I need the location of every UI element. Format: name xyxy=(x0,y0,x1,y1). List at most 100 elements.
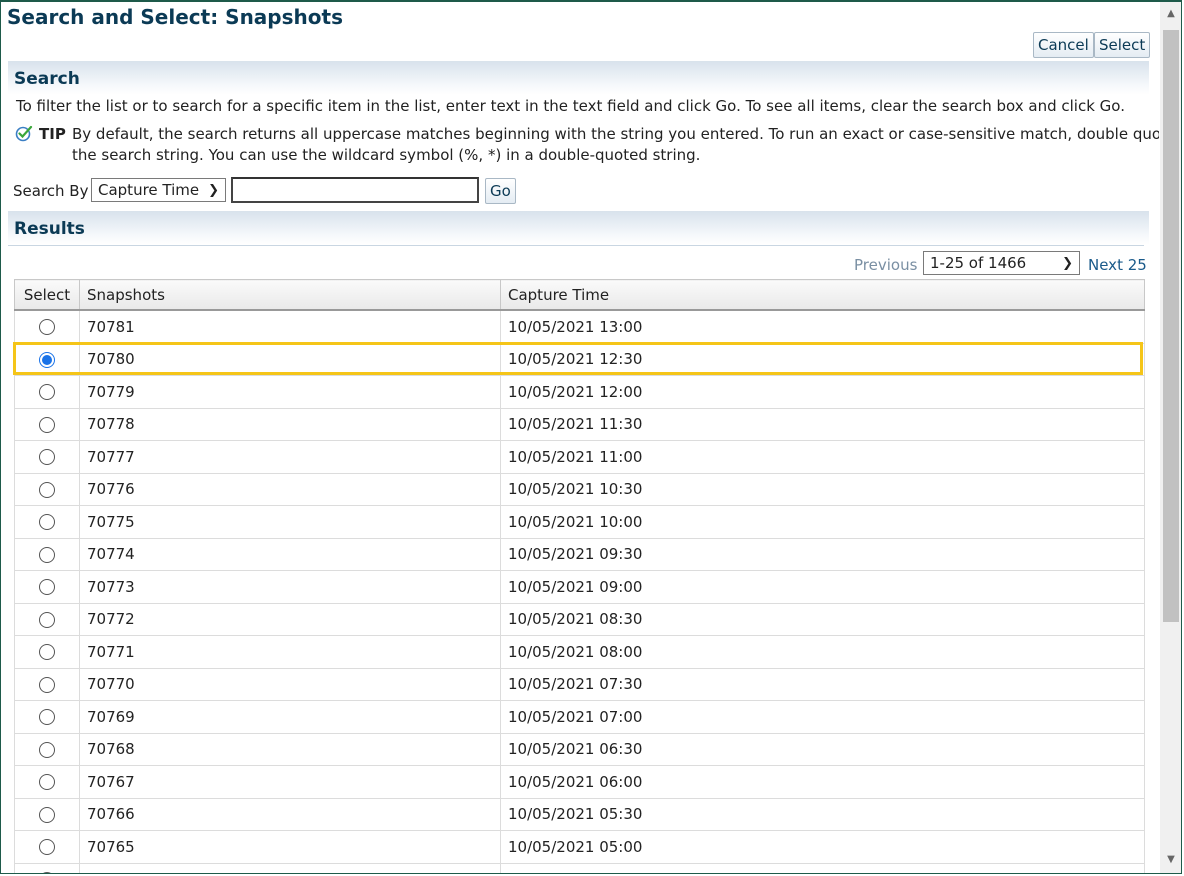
snapshot-cell: 70771 xyxy=(79,635,501,669)
page-range-select[interactable]: 1-25 of 1466 ❯ xyxy=(923,251,1080,275)
results-section-title: Results xyxy=(14,219,85,239)
snapshot-cell: 70769 xyxy=(79,700,501,734)
capture-time-cell: 10/05/2021 06:00 xyxy=(500,765,1145,799)
row-select-radio[interactable] xyxy=(39,806,55,823)
capture-time-cell: 10/05/2021 09:00 xyxy=(500,570,1145,604)
snapshot-cell: 70772 xyxy=(79,602,501,636)
table-row[interactable]: 70768 10/05/2021 06:30 xyxy=(14,732,1145,766)
go-button[interactable]: Go xyxy=(485,178,516,204)
select-cell xyxy=(14,472,80,506)
row-select-radio[interactable] xyxy=(39,514,55,531)
table-row[interactable]: 70771 10/05/2021 08:00 xyxy=(14,635,1145,669)
capture-time-cell: 10/05/2021 13:00 xyxy=(500,309,1145,344)
row-select-radio[interactable] xyxy=(39,741,55,758)
row-select-radio[interactable] xyxy=(39,351,55,368)
dialog-title: Search and Select: Snapshots xyxy=(7,5,343,29)
row-select-radio[interactable] xyxy=(39,579,55,596)
snapshot-cell: 70776 xyxy=(79,472,501,506)
check-circle-icon xyxy=(15,125,33,142)
snapshot-cell: 70764 xyxy=(79,862,501,873)
scrollbar-thumb[interactable] xyxy=(1163,30,1179,622)
capture-time-cell: 10/05/2021 10:30 xyxy=(500,472,1145,506)
row-select-radio[interactable] xyxy=(39,676,55,693)
row-select-radio[interactable] xyxy=(39,481,55,498)
table-row[interactable]: 70780 10/05/2021 12:30 xyxy=(14,342,1145,376)
capture-time-cell: 10/05/2021 10:00 xyxy=(500,505,1145,539)
select-cell xyxy=(14,309,80,344)
next-page-link[interactable]: Next 25 xyxy=(1088,256,1147,274)
select-cell xyxy=(14,440,80,474)
table-row[interactable]: 70779 10/05/2021 12:00 xyxy=(14,375,1145,409)
tip-text-line1: By default, the search returns all upper… xyxy=(72,125,1159,143)
cancel-button[interactable]: Cancel xyxy=(1033,32,1094,58)
snapshot-cell: 70766 xyxy=(79,797,501,831)
row-select-radio[interactable] xyxy=(39,611,55,628)
column-header-snapshots[interactable]: Snapshots xyxy=(79,279,501,311)
snapshot-cell: 70779 xyxy=(79,375,501,409)
select-cell xyxy=(14,570,80,604)
select-cell xyxy=(14,700,80,734)
row-select-radio[interactable] xyxy=(39,416,55,433)
row-select-radio[interactable] xyxy=(39,546,55,563)
search-by-select[interactable]: Capture Time ❯ xyxy=(91,178,226,202)
row-select-radio[interactable] xyxy=(39,449,55,466)
row-select-radio[interactable] xyxy=(39,839,55,856)
row-select-radio[interactable] xyxy=(39,871,55,873)
table-row[interactable]: 70770 10/05/2021 07:30 xyxy=(14,667,1145,701)
row-select-radio[interactable] xyxy=(39,774,55,791)
table-row[interactable]: 70781 10/05/2021 13:00 xyxy=(14,309,1145,344)
capture-time-cell: 10/05/2021 08:00 xyxy=(500,635,1145,669)
capture-time-cell: 10/05/2021 07:00 xyxy=(500,700,1145,734)
search-by-value: Capture Time xyxy=(98,181,200,199)
row-select-radio[interactable] xyxy=(39,644,55,661)
table-row[interactable]: 70769 10/05/2021 07:00 xyxy=(14,700,1145,734)
vertical-scrollbar[interactable]: ▲ ▼ xyxy=(1160,2,1181,873)
column-header-select[interactable]: Select xyxy=(14,279,80,311)
search-instructions: To filter the list or to search for a sp… xyxy=(16,97,1125,115)
snapshot-cell: 70778 xyxy=(79,407,501,441)
select-cell xyxy=(14,797,80,831)
search-by-label: Search By xyxy=(13,182,89,200)
capture-time-cell: 10/05/2021 11:00 xyxy=(500,440,1145,474)
select-cell xyxy=(14,830,80,864)
results-section-header: Results xyxy=(8,211,1149,245)
capture-time-cell: 10/05/2021 05:30 xyxy=(500,797,1145,831)
select-cell xyxy=(14,505,80,539)
row-select-radio[interactable] xyxy=(39,384,55,401)
page-range-value: 1-25 of 1466 xyxy=(930,254,1027,272)
table-row[interactable]: 70767 10/05/2021 06:00 xyxy=(14,765,1145,799)
capture-time-cell: 10/05/2021 08:30 xyxy=(500,602,1145,636)
table-row[interactable]: 70777 10/05/2021 11:00 xyxy=(14,440,1145,474)
table-row[interactable]: 70775 10/05/2021 10:00 xyxy=(14,505,1145,539)
chevron-down-icon: ❯ xyxy=(208,183,219,198)
column-header-capture-time[interactable]: Capture Time xyxy=(500,279,1145,311)
table-row[interactable]: 70774 10/05/2021 09:30 xyxy=(14,537,1145,571)
search-input[interactable] xyxy=(231,177,479,203)
row-select-radio[interactable] xyxy=(39,319,55,336)
select-cell xyxy=(14,862,80,873)
snapshot-cell: 70775 xyxy=(79,505,501,539)
dialog-content: Search and Select: Snapshots Cancel Sele… xyxy=(1,2,1159,873)
snapshot-cell: 70780 xyxy=(79,342,501,376)
table-row[interactable]: 70778 10/05/2021 11:30 xyxy=(14,407,1145,441)
table-row[interactable]: 7076410/05/2021 04:30 xyxy=(14,862,1145,873)
select-cell xyxy=(14,407,80,441)
capture-time-cell: 10/05/2021 12:00 xyxy=(500,375,1145,409)
table-row[interactable]: 70765 10/05/2021 05:00 xyxy=(14,830,1145,864)
results-table: Select Snapshots Capture Time 70781 10/05… xyxy=(14,279,1145,873)
select-button[interactable]: Select xyxy=(1094,32,1151,58)
snapshot-cell: 70770 xyxy=(79,667,501,701)
table-header-row: Select Snapshots Capture Time xyxy=(14,279,1145,311)
snapshot-cell: 70773 xyxy=(79,570,501,604)
capture-time-cell: 10/05/2021 07:30 xyxy=(500,667,1145,701)
tip-text-line2: the search string. You can use the wildc… xyxy=(72,146,701,164)
scroll-up-icon[interactable]: ▲ xyxy=(1160,4,1181,24)
table-row[interactable]: 70776 10/05/2021 10:30 xyxy=(14,472,1145,506)
results-divider xyxy=(8,245,1144,246)
table-row[interactable]: 70766 10/05/2021 05:30 xyxy=(14,797,1145,831)
table-row[interactable]: 70773 10/05/2021 09:00 xyxy=(14,570,1145,604)
row-select-radio[interactable] xyxy=(39,709,55,726)
scroll-down-icon[interactable]: ▼ xyxy=(1160,850,1181,870)
capture-time-cell: 10/05/2021 06:30 xyxy=(500,732,1145,766)
table-row[interactable]: 70772 10/05/2021 08:30 xyxy=(14,602,1145,636)
